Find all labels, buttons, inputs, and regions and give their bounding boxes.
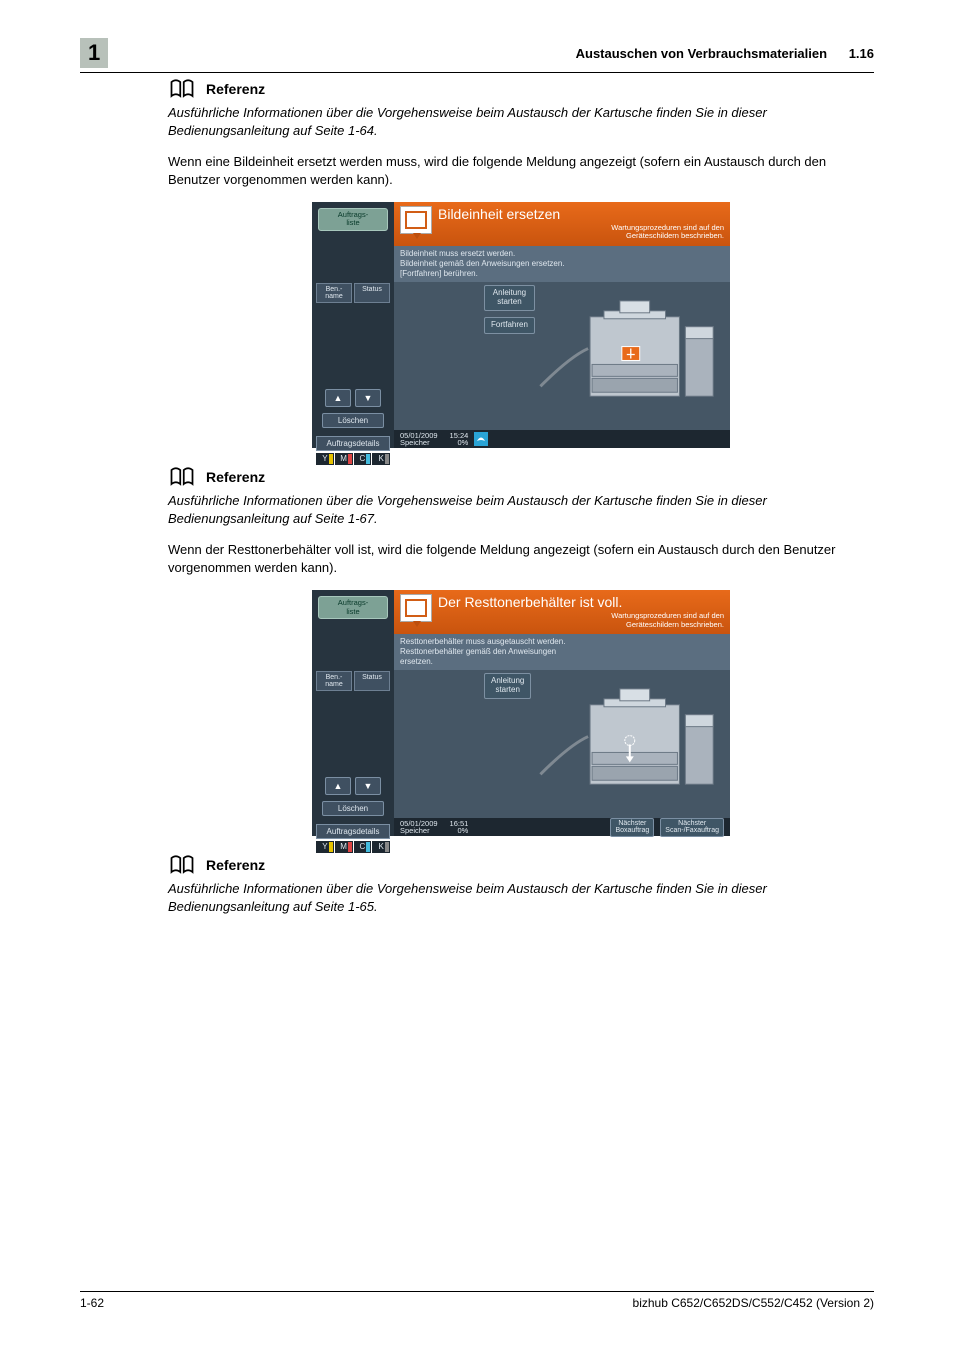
toner-y: Y	[316, 453, 334, 465]
memory-label: Speicher	[400, 439, 438, 447]
status-strip: 05/01/2009 Speicher 16:51 0% Nächster Bo…	[394, 818, 730, 836]
book-icon	[168, 78, 196, 100]
scroll-up-button[interactable]: ▲	[325, 389, 351, 407]
job-list-tab[interactable]: Auftrags- liste	[318, 208, 388, 231]
panel-sidebar: Auftrags- liste Ben.- name Status ▲ ▼ Lö…	[312, 202, 394, 448]
toner-c: C	[354, 453, 372, 465]
reference-heading: Referenz	[168, 78, 874, 100]
device-panel-1: Auftrags- liste Ben.- name Status ▲ ▼ Lö…	[312, 202, 730, 448]
section-number: 1.16	[849, 46, 874, 61]
scroll-down-button[interactable]: ▼	[355, 389, 381, 407]
page-footer: 1-62 bizhub C652/C652DS/C552/C452 (Versi…	[80, 1291, 874, 1310]
panel-sidebar: Auftrags- liste Ben.- name Status ▲ ▼ Lö…	[312, 590, 394, 836]
panel-main: Der Resttonerbehälter ist voll. Wartungs…	[394, 590, 730, 836]
toner-indicators: Y M C K	[316, 453, 390, 465]
alert-title: Der Resttonerbehälter ist voll.	[438, 594, 724, 610]
status-header: Status	[354, 671, 390, 691]
scroll-down-button[interactable]: ▼	[355, 777, 381, 795]
content: Referenz Ausführliche Informationen über…	[168, 78, 874, 929]
book-icon	[168, 466, 196, 488]
status-strip: 05/01/2009 Speicher 15:24 0%	[394, 430, 730, 448]
toner-k: K	[372, 453, 390, 465]
alert-bar: Bildeinheit ersetzen Wartungsprozeduren …	[394, 202, 730, 246]
figure-1: Auftrags- liste Ben.- name Status ▲ ▼ Lö…	[168, 202, 874, 448]
paragraph-1: Wenn eine Bildeinheit ersetzt werden mus…	[168, 153, 874, 188]
panel-main: Bildeinheit ersetzen Wartungsprozeduren …	[394, 202, 730, 448]
printer-area: Anleitung starten Fortfahren	[394, 283, 730, 448]
toner-m: M	[335, 841, 353, 853]
printer-area: Anleitung starten	[394, 671, 730, 836]
name-status-header: Ben.- name Status	[316, 283, 390, 303]
memory-label: Speicher	[400, 827, 438, 835]
name-header: Ben.- name	[316, 671, 352, 691]
toner-y: Y	[316, 841, 334, 853]
job-details-button[interactable]: Auftragsdetails	[316, 824, 390, 839]
alert-text: Bildeinheit ersetzen Wartungsprozeduren …	[438, 206, 724, 241]
scroll-up-button[interactable]: ▲	[325, 777, 351, 795]
alert-icon	[400, 594, 432, 622]
name-status-header: Ben.- name Status	[316, 671, 390, 691]
toner-c: C	[354, 841, 372, 853]
next-box-job-button[interactable]: Nächster Boxauftrag	[610, 818, 654, 837]
figure-2: Auftrags- liste Ben.- name Status ▲ ▼ Lö…	[168, 590, 874, 836]
product-name: bizhub C652/C652DS/C552/C452 (Version 2)	[633, 1296, 874, 1310]
alert-title: Bildeinheit ersetzen	[438, 206, 724, 222]
memory-percent: 0%	[450, 827, 469, 835]
alert-bar: Der Resttonerbehälter ist voll. Wartungs…	[394, 590, 730, 634]
alert-subtitle: Wartungsprozeduren sind auf den Gerätesc…	[438, 224, 724, 241]
printer-illustration	[474, 675, 726, 814]
next-scanfax-job-button[interactable]: Nächster Scan-/Faxauftrag	[660, 818, 724, 837]
reference-heading: Referenz	[168, 854, 874, 876]
name-header: Ben.- name	[316, 283, 352, 303]
chapter-number: 1	[80, 38, 108, 68]
memory-percent: 0%	[450, 439, 469, 447]
message-bar: Bildeinheit muss ersetzt werden. Bildein…	[394, 246, 730, 283]
page-header: 1 Austauschen von Verbrauchsmaterialien …	[80, 38, 874, 73]
reference-label: Referenz	[206, 469, 265, 485]
header-right: Austauschen von Verbrauchsmaterialien 1.…	[576, 47, 874, 60]
message-bar: Resttonerbehälter muss ausgetauscht werd…	[394, 634, 730, 671]
header-title: Austauschen von Verbrauchsmaterialien	[576, 46, 827, 61]
delete-button[interactable]: Löschen	[322, 801, 384, 816]
page-number: 1-62	[80, 1296, 104, 1310]
alert-subtitle: Wartungsprozeduren sind auf den Gerätesc…	[438, 612, 724, 629]
toner-indicators: Y M C K	[316, 841, 390, 853]
toner-m: M	[335, 453, 353, 465]
reference-text-2: Ausführliche Informationen über die Vorg…	[168, 492, 874, 527]
alert-icon	[400, 206, 432, 234]
paragraph-2: Wenn der Resttonerbehälter voll ist, wir…	[168, 541, 874, 576]
device-panel-2: Auftrags- liste Ben.- name Status ▲ ▼ Lö…	[312, 590, 730, 836]
toner-k: K	[372, 841, 390, 853]
job-details-button[interactable]: Auftragsdetails	[316, 436, 390, 451]
reference-label: Referenz	[206, 857, 265, 873]
reference-label: Referenz	[206, 81, 265, 97]
job-list-tab[interactable]: Auftrags- liste	[318, 596, 388, 619]
book-icon	[168, 854, 196, 876]
reference-heading: Referenz	[168, 466, 874, 488]
status-header: Status	[354, 283, 390, 303]
reference-text-3: Ausführliche Informationen über die Vorg…	[168, 880, 874, 915]
reference-text-1: Ausführliche Informationen über die Vorg…	[168, 104, 874, 139]
scroll-row: ▲ ▼	[322, 389, 384, 407]
eco-icon	[474, 432, 488, 446]
alert-text: Der Resttonerbehälter ist voll. Wartungs…	[438, 594, 724, 629]
delete-button[interactable]: Löschen	[322, 413, 384, 428]
printer-illustration	[474, 287, 726, 426]
scroll-row: ▲ ▼	[322, 777, 384, 795]
